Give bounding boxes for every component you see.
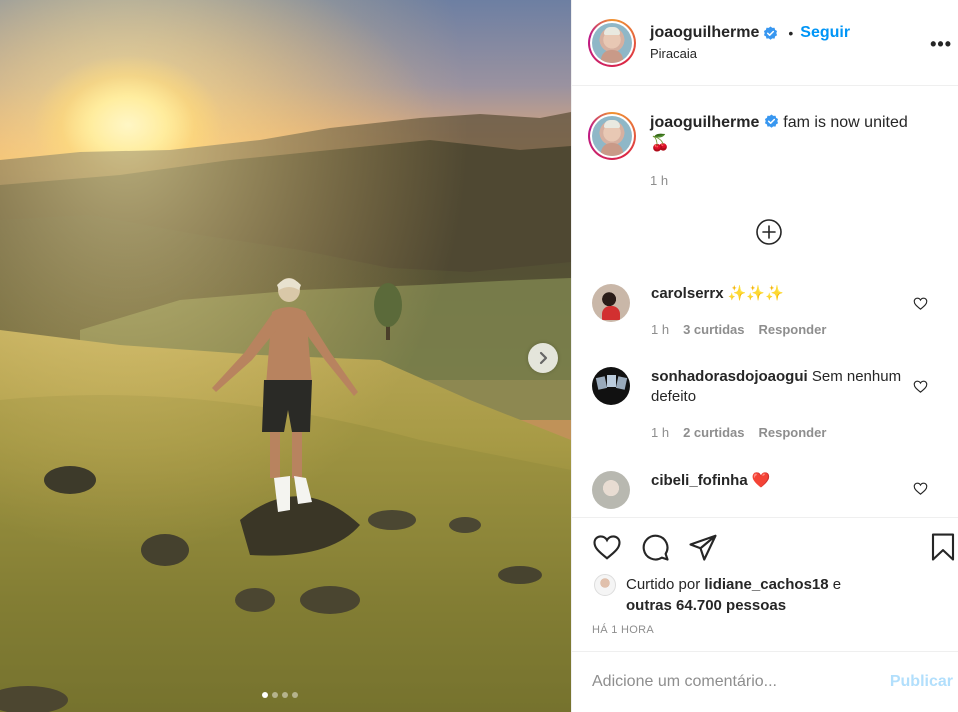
comment-username[interactable]: carolserrx xyxy=(651,285,724,302)
comment-item: sonhadorasdojoaogui Sem nenhum defeito 1… xyxy=(592,367,952,443)
carousel-next-button[interactable] xyxy=(528,343,558,373)
post-actions: Curtido por lidiane_cachos18 e outras 64… xyxy=(572,517,958,651)
verified-badge-icon xyxy=(764,25,778,40)
caption-author-avatar[interactable] xyxy=(588,112,636,160)
liker-avatar[interactable] xyxy=(594,574,616,596)
carousel-dot-1 xyxy=(262,692,268,698)
add-comment-bar: Publicar xyxy=(572,651,958,712)
post-photo[interactable] xyxy=(0,0,571,712)
share-paper-plane-icon[interactable] xyxy=(688,532,718,562)
commenter-avatar[interactable] xyxy=(592,471,630,509)
carousel-dot-3 xyxy=(282,692,288,698)
caption-emoji: 🍒 xyxy=(650,135,670,152)
carousel-dot-2 xyxy=(272,692,278,698)
comment-input[interactable] xyxy=(592,673,890,691)
author-avatar[interactable] xyxy=(588,18,636,67)
caption-username[interactable]: joaoguilherme xyxy=(650,114,759,131)
chevron-right-icon xyxy=(539,351,548,365)
comment-reply-button[interactable]: Responder xyxy=(759,423,827,443)
follow-button[interactable]: Seguir xyxy=(800,24,850,42)
comment-bubble-icon[interactable] xyxy=(640,532,670,562)
carousel-indicators xyxy=(262,692,298,698)
load-more-comments-icon[interactable] xyxy=(755,218,783,246)
comment-likes-count[interactable]: 3 curtidas xyxy=(683,320,744,340)
post-timestamp[interactable]: HÁ 1 HORA xyxy=(592,624,654,636)
commenter-avatar[interactable] xyxy=(592,284,630,322)
heart-icon[interactable] xyxy=(913,296,928,311)
comment-reply-button[interactable]: Responder xyxy=(759,320,827,340)
post-header: joaoguilherme • Seguir Piracaia ••• xyxy=(572,0,958,86)
caption-timestamp[interactable]: 1 h xyxy=(650,170,908,191)
likes-others[interactable]: outras 64.700 pessoas xyxy=(626,597,786,614)
comment-username[interactable]: cibeli_fofinha xyxy=(651,472,748,489)
commenter-avatar[interactable] xyxy=(592,367,630,405)
more-options-icon[interactable]: ••• xyxy=(930,34,952,55)
author-username[interactable]: joaoguilherme xyxy=(650,24,759,42)
like-heart-icon[interactable] xyxy=(592,532,622,562)
comment-text: ❤️ xyxy=(751,472,771,489)
caption-text: fam is now united xyxy=(783,114,908,131)
verified-badge-icon xyxy=(764,114,778,128)
comment-text: ✨✨✨ xyxy=(727,285,784,302)
likes-and: e xyxy=(832,576,842,593)
comment-item: cibeli_fofinha ❤️ xyxy=(592,471,952,509)
photo-scene xyxy=(0,0,571,712)
post-caption: joaoguilherme fam is now united 🍒 1 h xyxy=(572,86,958,191)
publish-button[interactable]: Publicar xyxy=(890,673,953,691)
likes-prefix: Curtido por xyxy=(626,576,701,593)
carousel-dot-4 xyxy=(292,692,298,698)
save-bookmark-icon[interactable] xyxy=(928,532,958,562)
comment-time[interactable]: 1 h xyxy=(651,423,669,443)
comment-time[interactable]: 1 h xyxy=(651,320,669,340)
likes-summary: Curtido por lidiane_cachos18 e outras 64… xyxy=(594,574,841,616)
heart-icon[interactable] xyxy=(913,481,928,496)
instagram-post: joaoguilherme • Seguir Piracaia ••• joao… xyxy=(0,0,958,712)
comment-item: carolserrx ✨✨✨ 1 h 3 curtidas Responder xyxy=(592,284,952,340)
comment-likes-count[interactable]: 2 curtidas xyxy=(683,423,744,443)
comment-username[interactable]: sonhadorasdojoaogui xyxy=(651,368,808,385)
header-separator: • xyxy=(788,25,794,41)
post-side-panel: joaoguilherme • Seguir Piracaia ••• joao… xyxy=(571,0,958,712)
post-location[interactable]: Piracaia xyxy=(650,46,850,61)
heart-icon[interactable] xyxy=(913,379,928,394)
liker-username[interactable]: lidiane_cachos18 xyxy=(704,576,828,593)
